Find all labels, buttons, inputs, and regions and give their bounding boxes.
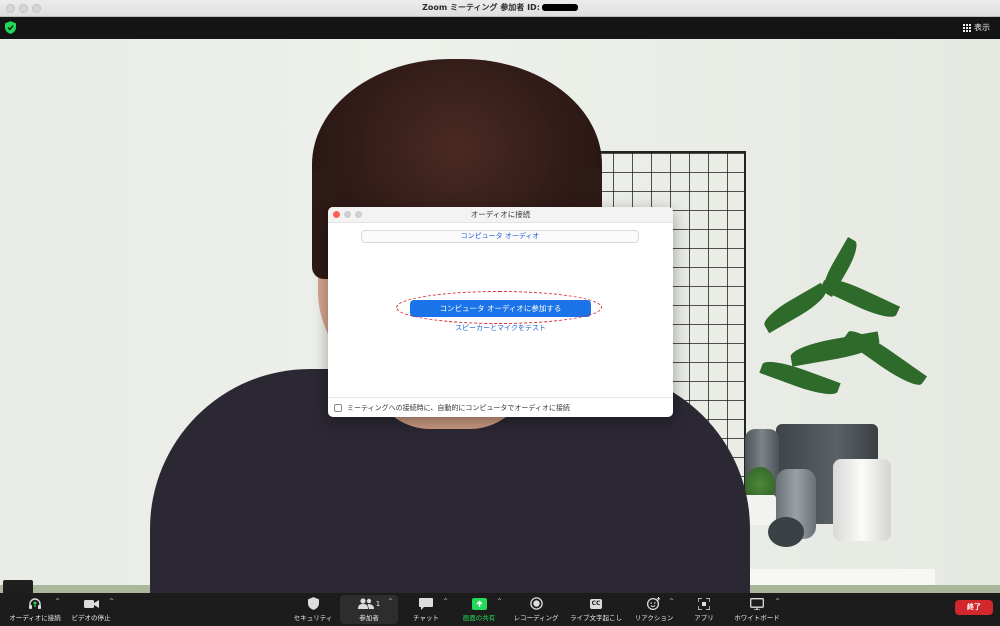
headphone-icon bbox=[27, 597, 43, 610]
tab-computer-audio[interactable]: コンピュータ オーディオ bbox=[361, 230, 639, 243]
auto-connect-label: ミーティングへの接続時に、自動的にコンピュータでオーディオに接続 bbox=[347, 403, 570, 412]
security-label: セキュリティ bbox=[293, 614, 333, 622]
participants-count: 1 bbox=[375, 599, 381, 608]
plant-leaf bbox=[760, 282, 830, 334]
dialog-minimize-button[interactable] bbox=[344, 211, 351, 218]
audio-connect-dialog: オーディオに接続 コンピュータ オーディオ コンピュータ オーディオに参加する … bbox=[328, 207, 673, 417]
candle bbox=[833, 459, 891, 541]
shield-icon bbox=[305, 597, 321, 610]
apps-label: アプリ bbox=[694, 614, 714, 622]
dialog-title: オーディオに接続 bbox=[470, 210, 531, 219]
small-ornament bbox=[768, 517, 804, 547]
security-button[interactable]: セキュリティ bbox=[278, 597, 348, 622]
auto-connect-checkbox[interactable] bbox=[334, 403, 342, 412]
meeting-top-bar: 表示 bbox=[0, 17, 1000, 39]
dialog-zoom-button[interactable] bbox=[355, 211, 362, 218]
view-button-label: 表示 bbox=[974, 23, 990, 32]
cc-icon-text: CC bbox=[589, 598, 603, 609]
self-view-thumbnail[interactable] bbox=[3, 580, 33, 594]
window-title-text: Zoom ミーティング 参加者 ID: bbox=[422, 3, 540, 12]
chat-label: チャット bbox=[413, 614, 439, 622]
join-computer-audio-button[interactable]: コンピュータ オーディオに参加する bbox=[410, 300, 591, 317]
video-options-caret-icon[interactable]: ^ bbox=[109, 598, 114, 605]
meeting-toolbar: オーディオに接続 ^ ビデオの停止 ^ セキュリティ 1 参加者 ^ チャット … bbox=[0, 593, 1000, 626]
dialog-close-button[interactable] bbox=[333, 211, 340, 218]
stop-video-button[interactable]: ビデオの停止 bbox=[56, 597, 126, 622]
record-label: レコーディング bbox=[513, 614, 559, 622]
participants-icon: 1 bbox=[354, 597, 384, 610]
cc-icon: CC bbox=[588, 597, 604, 610]
whiteboard-label: ホワイトボード bbox=[734, 614, 780, 622]
chat-icon bbox=[418, 597, 434, 610]
whiteboard-button[interactable]: ホワイトボード bbox=[722, 597, 792, 622]
record-icon bbox=[528, 597, 544, 610]
share-screen-label: 画面の共有 bbox=[462, 614, 496, 622]
whiteboard-icon bbox=[749, 597, 765, 610]
end-meeting-button[interactable]: 終了 bbox=[955, 600, 993, 615]
apps-icon bbox=[696, 597, 712, 610]
share-screen-icon bbox=[471, 597, 487, 610]
video-camera-icon bbox=[83, 597, 99, 610]
redacted-meeting-id bbox=[541, 4, 578, 11]
grid-view-icon bbox=[963, 23, 971, 32]
window-title-bar: Zoom ミーティング 参加者 ID: bbox=[0, 0, 1000, 17]
test-speaker-mic-link[interactable]: スピーカーとマイクをテスト bbox=[328, 323, 673, 333]
live-transcript-label: ライブ文字起こし bbox=[570, 614, 622, 622]
whiteboard-options-caret-icon[interactable]: ^ bbox=[775, 598, 780, 605]
dialog-footer: ミーティングへの接続時に、自動的にコンピュータでオーディオに接続 bbox=[328, 397, 673, 417]
participants-label: 参加者 bbox=[359, 614, 379, 622]
encryption-shield-icon[interactable] bbox=[5, 21, 16, 34]
join-audio-label: オーディオに接続 bbox=[9, 614, 61, 622]
window-title: Zoom ミーティング 参加者 ID: bbox=[0, 2, 1000, 13]
reactions-label: リアクション bbox=[634, 614, 674, 622]
view-button[interactable]: 表示 bbox=[963, 22, 990, 33]
dialog-title-bar: オーディオに接続 bbox=[328, 207, 673, 223]
plant-leaf bbox=[842, 324, 928, 392]
reaction-icon bbox=[646, 597, 662, 610]
stop-video-label: ビデオの停止 bbox=[71, 614, 111, 622]
